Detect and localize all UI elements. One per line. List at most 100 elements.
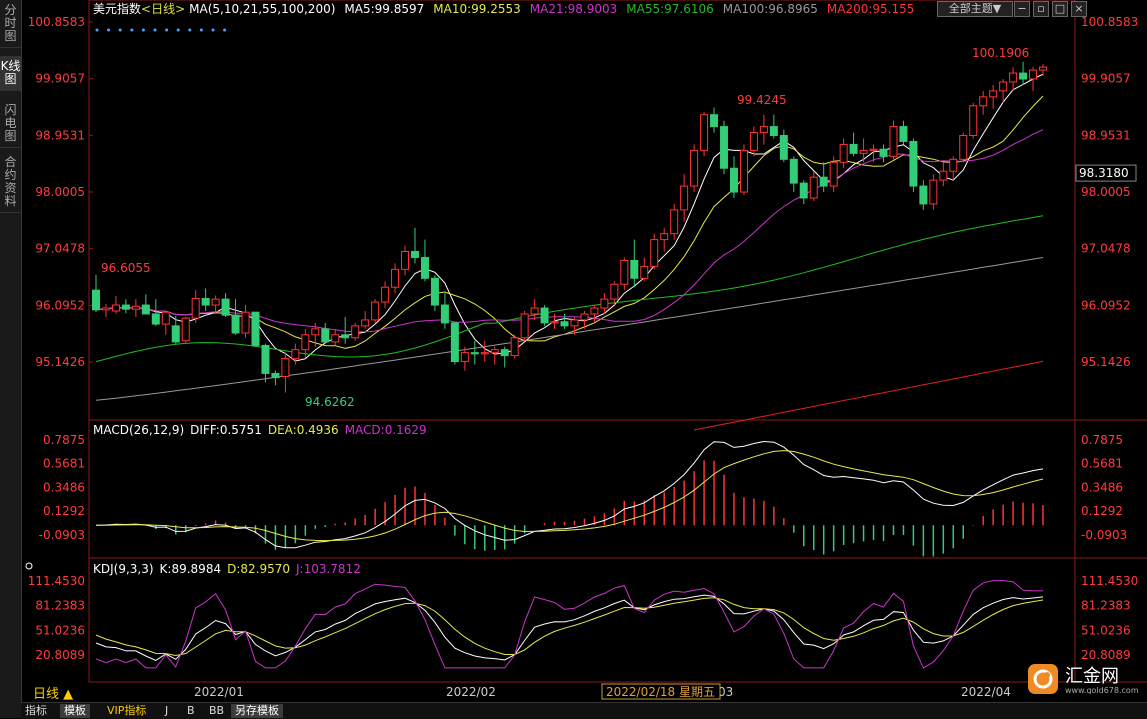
candle-body xyxy=(640,265,649,279)
annotation-low: 94.6262 xyxy=(305,395,355,409)
macd-diff-line xyxy=(95,440,1044,549)
price-label-right: 96.0952 xyxy=(1081,298,1131,312)
candle-body xyxy=(650,239,659,267)
candle-body xyxy=(879,148,888,157)
kdj-k-line xyxy=(95,594,1044,661)
price-label-left: 96.0952 xyxy=(35,298,85,312)
candle-body xyxy=(550,321,559,324)
candle-body xyxy=(749,132,758,151)
candle-body xyxy=(311,328,320,336)
candle-body xyxy=(979,96,988,107)
candle-body xyxy=(241,311,250,334)
tab-flash[interactable]: 闪电图 xyxy=(0,100,21,148)
candle-body xyxy=(909,140,918,187)
candle-body xyxy=(440,304,449,324)
tab-b[interactable]: B xyxy=(183,704,199,718)
candle-body xyxy=(211,298,220,306)
tab-time-sharing[interactable]: 分时图 xyxy=(0,0,21,48)
price-label-right: 98.9531 xyxy=(1081,128,1131,142)
candle-body xyxy=(121,304,130,310)
candle-body xyxy=(849,143,858,154)
candle-body xyxy=(630,259,639,279)
candle-body xyxy=(161,311,170,325)
kdj-header-j: J:103.7812 xyxy=(295,562,361,576)
candle-body xyxy=(281,358,290,377)
candle-body xyxy=(680,185,689,211)
marker-dot xyxy=(118,28,122,32)
candle-body xyxy=(201,298,210,306)
candle-body xyxy=(301,334,310,351)
candle-body xyxy=(570,319,579,327)
candle-body xyxy=(420,256,429,279)
kdj-d-line xyxy=(95,597,1044,657)
tab-indicator[interactable]: 指标 xyxy=(21,704,51,718)
kdj-panel xyxy=(95,580,1044,669)
macd-label-right: 0.5681 xyxy=(1081,457,1123,471)
maximize-icon[interactable]: □ xyxy=(1052,1,1068,17)
kdj-label-left: 20.8089 xyxy=(35,648,85,662)
x-tick-label: 2022/04 xyxy=(961,685,1011,699)
ma55-line xyxy=(95,215,1044,363)
price-label-left: 95.1426 xyxy=(35,355,85,369)
macd-header-dea: DEA:0.4936 xyxy=(268,423,339,437)
candle-body xyxy=(191,298,200,319)
tab-j[interactable]: J xyxy=(161,704,172,718)
candle-body xyxy=(799,182,808,199)
tab-contract-info[interactable]: 合约资料 xyxy=(0,152,21,213)
candle-body xyxy=(590,307,599,315)
candle-body xyxy=(480,352,489,355)
annotation-high-right: 100.1906 xyxy=(972,46,1029,60)
marker-dot xyxy=(199,28,203,32)
save-template-button[interactable]: 另存模板 xyxy=(231,704,283,718)
candle-body xyxy=(131,305,140,310)
x-tick-label: 2022/02 xyxy=(446,685,496,699)
logo-text: 汇金网 xyxy=(1065,666,1119,687)
candle-body xyxy=(670,209,679,235)
candle-body xyxy=(690,149,699,187)
kdj-label-right: 51.0236 xyxy=(1081,623,1131,637)
candle-body xyxy=(959,135,968,160)
macd-label-left: 0.7875 xyxy=(43,433,85,447)
candle-body xyxy=(560,321,569,327)
header-ma-prefix: MA(5,10,21,55,100,200) xyxy=(189,2,335,16)
marker-dot xyxy=(211,28,215,32)
tab-bb[interactable]: BB xyxy=(205,704,228,718)
price-label-left: 97.0478 xyxy=(35,242,85,256)
tab-kline[interactable]: K线图 xyxy=(0,56,21,91)
close-icon[interactable]: × xyxy=(1071,1,1087,17)
price-label-left: 98.0005 xyxy=(35,185,85,199)
candle-body xyxy=(321,328,330,343)
candle-body xyxy=(809,176,818,199)
macd-panel xyxy=(95,440,1044,557)
tab-template[interactable]: 模板 xyxy=(60,704,90,718)
candle-body xyxy=(610,283,619,300)
candle-body xyxy=(700,114,709,151)
candle-body xyxy=(171,325,180,343)
candle-body xyxy=(430,277,439,306)
candle-body xyxy=(969,105,978,137)
bottom-toolbar: 指标 模板 VIP指标 J B BB 另存模板 xyxy=(21,702,1147,719)
candle-body xyxy=(381,286,390,303)
macd-label-right: -0.0903 xyxy=(1081,528,1127,542)
header-ma5: MA5:99.8597 xyxy=(344,2,424,16)
theme-selector[interactable]: 全部主题▼ xyxy=(937,1,1013,17)
candle-body xyxy=(530,307,539,315)
kdj-j-line xyxy=(95,580,1044,669)
candle-body xyxy=(520,313,529,339)
tab-vip-indicator[interactable]: VIP指标 xyxy=(103,704,150,718)
marker-dot xyxy=(107,28,111,32)
candle-body xyxy=(729,167,738,193)
candle-body xyxy=(600,298,609,309)
kdj-label-right: 81.2383 xyxy=(1081,599,1131,613)
price-label-left: 99.9057 xyxy=(35,72,85,86)
minimize-icon[interactable]: − xyxy=(1014,1,1030,17)
restore-icon[interactable]: ▫ xyxy=(1033,1,1049,17)
candle-body xyxy=(1019,72,1028,80)
candle-body xyxy=(739,149,748,193)
candle-body xyxy=(779,135,788,160)
kdj-header-k: K:89.8984 xyxy=(160,562,222,576)
kline-chart[interactable]: 100.8583 100.8583 99.9057 99.9057 98.9531 98.… xyxy=(21,0,1147,702)
period-label: 日线 ▲ xyxy=(33,687,73,702)
candle-body xyxy=(1029,69,1038,80)
chart-frame xyxy=(88,0,1147,683)
